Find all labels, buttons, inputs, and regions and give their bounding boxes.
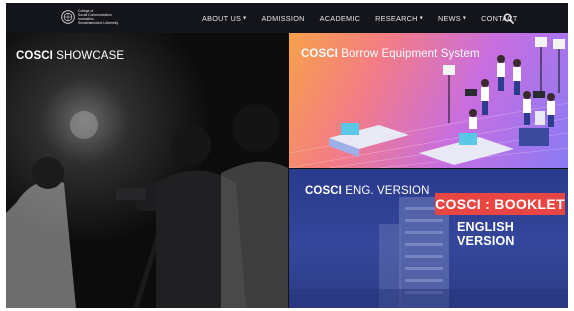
nav-item-label: NEWS xyxy=(437,13,461,23)
nav-item-about-us[interactable]: ABOUT US ▾ xyxy=(202,14,246,23)
tile-title-text: SHOWCASE xyxy=(52,50,125,62)
search-icon[interactable] xyxy=(503,13,514,24)
nav-item-academic[interactable]: ACADEMIC xyxy=(320,14,361,23)
top-navigation: College of Social Communication Innovati… xyxy=(6,3,568,33)
logo-line: Srinakharinwirot University xyxy=(78,21,119,25)
page-frame: College of Social Communication Innovati… xyxy=(6,3,568,308)
nav-item-label: ABOUT US xyxy=(202,13,242,23)
booklet-badge: COSCI : BOOKLET xyxy=(435,193,565,215)
brand-text: COSCI xyxy=(305,185,342,197)
tile-title-text: Borrow Equipment System xyxy=(337,48,480,60)
brand-text: COSCI xyxy=(16,50,53,62)
nav-item-news[interactable]: NEWS ▾ xyxy=(438,14,466,23)
borrow-title: COSCI Borrow Equipment System xyxy=(301,48,480,60)
nav-item-admission[interactable]: ADMISSION xyxy=(261,14,304,23)
borrow-equipment-tile[interactable]: COSCI Borrow Equipment System xyxy=(289,33,568,168)
eng-title: COSCI ENG. VERSION xyxy=(305,185,430,197)
showcase-photo xyxy=(6,33,288,308)
logo-emblem-icon xyxy=(61,10,75,24)
eng-version-tile[interactable]: COSCI ENG. VERSION COSCI : BOOKLET ENGLI… xyxy=(289,169,568,308)
college-logo[interactable]: College of Social Communication Innovati… xyxy=(61,9,118,25)
nav-item-label: RESEARCH xyxy=(375,13,418,23)
logo-text: College of Social Communication Innovati… xyxy=(78,9,118,25)
tile-title-text: ENG. VERSION xyxy=(341,185,430,197)
caret-down-icon: ▾ xyxy=(462,15,467,21)
booklet-subtitle: ENGLISH VERSION xyxy=(457,220,515,248)
showcase-title: COSCI SHOWCASE xyxy=(16,50,124,62)
main-menu: ABOUT US ▾ ADMISSION ACADEMIC RESEARCH ▾… xyxy=(202,3,533,33)
caret-down-icon: ▾ xyxy=(243,15,247,21)
nav-item-research[interactable]: RESEARCH ▾ xyxy=(375,14,423,23)
nav-item-label: ACADEMIC xyxy=(319,13,361,23)
nav-item-label: ADMISSION xyxy=(261,13,305,23)
showcase-tile[interactable]: COSCI SHOWCASE xyxy=(6,33,288,308)
caret-down-icon: ▾ xyxy=(419,15,423,21)
brand-text: COSCI xyxy=(301,48,338,60)
